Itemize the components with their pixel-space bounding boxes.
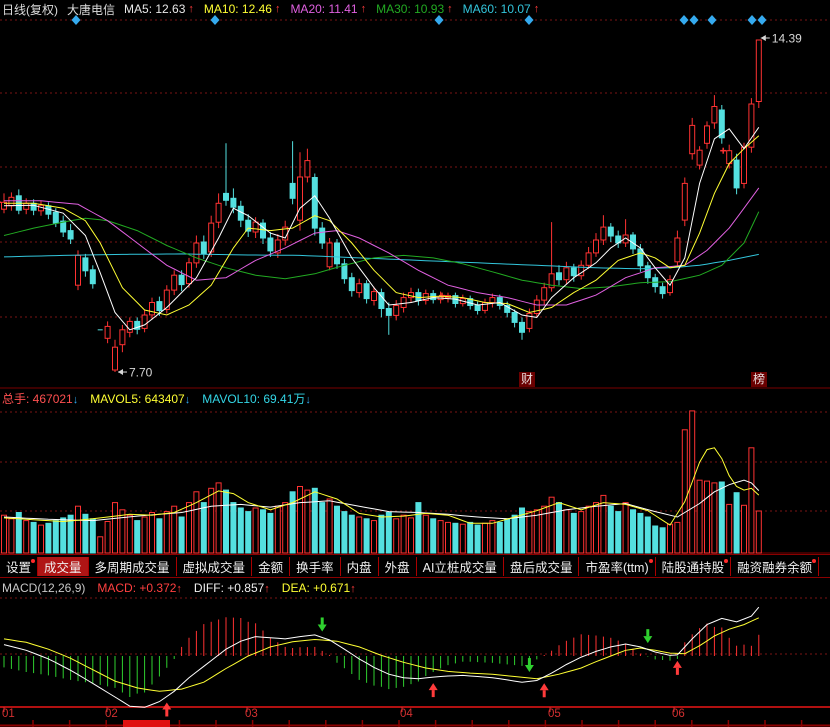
ma-legend-item: MA30: 10.93↑ [376, 2, 453, 16]
scrollbar-thumb[interactable] [123, 720, 170, 727]
volume-legend: 总手: 467021↓ MAVOL5: 643407↓ MAVOL10: 69.41… [0, 389, 830, 408]
time-axis: 01 02 03 04 05 06 [0, 707, 830, 721]
down-arrow-icon: ↓ [73, 394, 79, 406]
volume-legend-item: MAVOL5: 643407↓ [90, 392, 190, 406]
tab-设置[interactable]: 设置 [0, 557, 38, 576]
tab-多周期成交量[interactable]: 多周期成交量 [89, 557, 177, 576]
notification-dot [649, 559, 653, 563]
death-cross-down-arrow-icon [318, 617, 327, 631]
ma-legend-item: MA20: 11.41↑ [290, 2, 366, 16]
up-arrow-icon: ↑ [275, 3, 281, 15]
down-arrow-icon: ↓ [185, 394, 191, 406]
tab-AI立桩成交量[interactable]: AI立桩成交量 [417, 557, 504, 576]
ma-legend-item: MA5: 12.63↑ [124, 2, 194, 16]
up-arrow-icon: ↑ [447, 3, 453, 15]
macd-legend-item: MACD: +0.372↑ [97, 581, 182, 595]
tab-虚拟成交量[interactable]: 虚拟成交量 [177, 557, 253, 576]
macd-legend-item: DIFF: +0.857↑ [194, 581, 270, 595]
up-arrow-icon: ↑ [264, 583, 270, 595]
axis-month-label: 01 [2, 708, 15, 720]
macd-legend: MACD(12,26,9) MACD: +0.372↑ DIFF: +0.857↑… [0, 578, 830, 597]
indicator-tab-bar: 设置成交量多周期成交量虚拟成交量金额换手率内盘外盘AI立桩成交量盘后成交量市盈率… [0, 554, 830, 578]
chart-header: 日线(复权) 大唐电信 MA5: 12.63↑ MA10: 12.46↑ MA20:… [0, 0, 830, 18]
notification-dot [31, 559, 35, 563]
ma-legend-item: MA10: 12.46↑ [204, 2, 281, 16]
axis-month-label: 02 [105, 708, 118, 720]
notification-dot [812, 559, 816, 563]
axis-month-label: 06 [672, 708, 685, 720]
period-label[interactable]: 日线(复权) [2, 1, 58, 18]
macd-legend-items: MACD: +0.372↑ DIFF: +0.857↑ DEA: +0.671↑ [97, 581, 355, 595]
tab-外盘[interactable]: 外盘 [379, 557, 417, 576]
up-arrow-icon: ↑ [361, 3, 367, 15]
axis-month-label: 05 [548, 708, 561, 720]
axis-month-label: 04 [400, 708, 413, 720]
down-arrow-icon: ↓ [305, 394, 311, 406]
up-arrow-icon: ↑ [176, 583, 182, 595]
kline-chart-canvas[interactable]: 14.39 7.70 [0, 0, 830, 727]
macd-params-label: MACD(12,26,9) [2, 581, 85, 595]
tab-市盈率(ttm)[interactable]: 市盈率(ttm) [579, 557, 655, 576]
stock-name[interactable]: 大唐电信 [67, 1, 115, 18]
volume-legend-item: 总手: 467021↓ [2, 390, 78, 407]
tab-成交量[interactable]: 成交量 [38, 557, 89, 576]
tab-融资融券余额[interactable]: 融资融券余额 [731, 557, 819, 576]
tab-金额[interactable]: 金额 [252, 557, 290, 576]
tab-换手率[interactable]: 换手率 [290, 557, 341, 576]
death-cross-down-arrow-icon [525, 658, 534, 672]
volume-legend-item: MAVOL10: 69.41万↓ [202, 390, 311, 407]
ma-legend-item: MA60: 10.07↑ [463, 2, 540, 16]
golden-cross-up-arrow-icon [429, 683, 438, 697]
stock-chart-app: 财 榜 14.397.70 日线(复权) 大唐电信 MA5: 12.63↑MA1… [0, 0, 830, 727]
axis-month-label: 03 [245, 708, 258, 720]
macd-legend-item: DEA: +0.671↑ [282, 581, 356, 595]
low-price-label: 7.70 [129, 366, 153, 380]
notification-dot [724, 559, 728, 563]
ma-legend: MA5: 12.63↑ MA10: 12.46↑ MA20: 11.41↑ MA30:… [124, 2, 539, 16]
golden-cross-up-arrow-icon [540, 683, 549, 697]
death-cross-down-arrow-icon [643, 629, 652, 643]
up-arrow-icon: ↑ [534, 3, 540, 15]
tab-盘后成交量[interactable]: 盘后成交量 [504, 557, 580, 576]
tab-陆股通持股[interactable]: 陆股通持股 [656, 557, 732, 576]
up-arrow-icon: ↑ [188, 3, 194, 15]
up-arrow-icon: ↑ [350, 583, 356, 595]
high-price-label: 14.39 [772, 32, 802, 46]
golden-cross-up-arrow-icon [673, 661, 682, 675]
tab-内盘[interactable]: 内盘 [341, 557, 379, 576]
